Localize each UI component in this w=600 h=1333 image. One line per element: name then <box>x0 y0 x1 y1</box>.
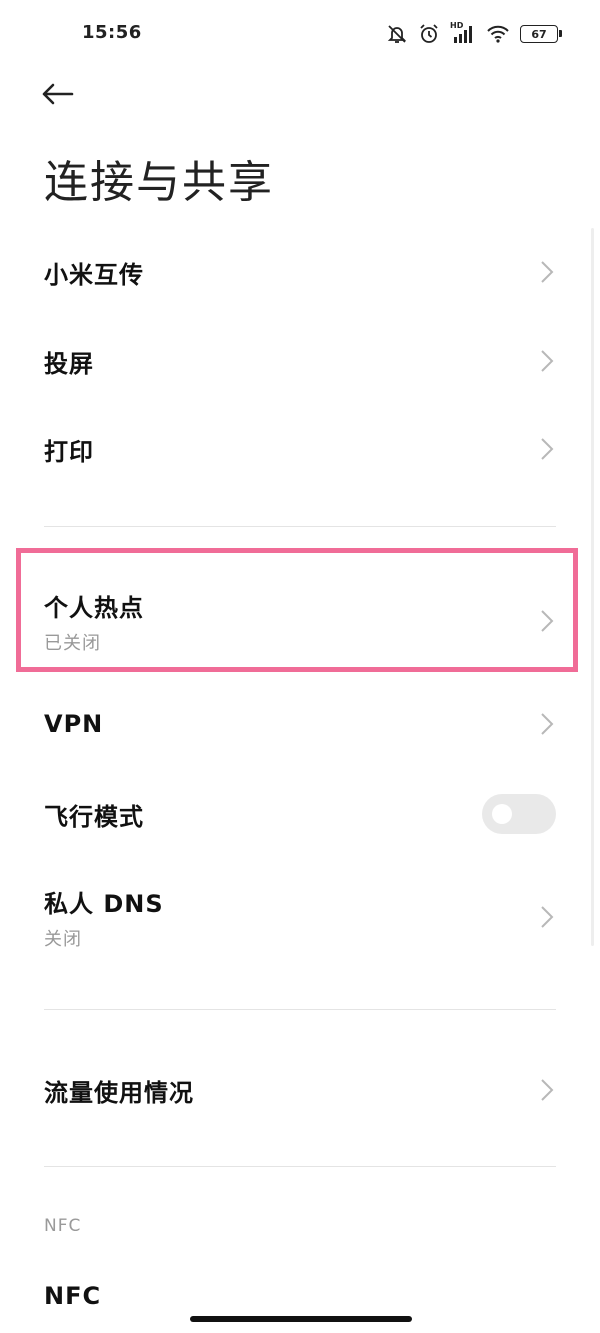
chevron-right-icon <box>538 608 556 634</box>
section-header-nfc: NFC <box>44 1216 82 1236</box>
battery-level: 67 <box>531 27 547 41</box>
status-time: 15:56 <box>82 22 142 43</box>
home-indicator[interactable] <box>190 1316 412 1322</box>
divider <box>44 526 556 527</box>
chevron-right-icon <box>538 1077 556 1103</box>
row-cast[interactable]: 投屏 <box>44 337 556 385</box>
row-private-dns-label: 私人 DNS <box>44 889 164 918</box>
row-hotspot-status: 已关闭 <box>44 632 101 654</box>
chevron-right-icon <box>538 711 556 737</box>
row-mi-share[interactable]: 小米互传 <box>44 248 556 296</box>
row-private-dns-status: 关闭 <box>44 928 82 950</box>
wifi-icon <box>486 24 510 44</box>
row-data-usage[interactable]: 流量使用情况 <box>44 1066 556 1114</box>
alarm-icon <box>418 23 440 45</box>
row-data-usage-label: 流量使用情况 <box>44 1078 194 1107</box>
back-arrow-icon <box>40 82 74 110</box>
scrollbar[interactable] <box>591 228 594 946</box>
back-button[interactable] <box>40 74 90 118</box>
row-cast-label: 投屏 <box>44 349 94 378</box>
battery-icon: 67 <box>520 25 562 43</box>
row-hotspot[interactable]: 个人热点 已关闭 <box>44 584 556 658</box>
chevron-right-icon <box>538 348 556 374</box>
row-private-dns[interactable]: 私人 DNS 关闭 <box>44 880 556 954</box>
row-vpn[interactable]: VPN <box>44 700 556 748</box>
row-airplane[interactable]: 飞行模式 <box>44 790 556 838</box>
row-nfc-label: NFC <box>44 1282 102 1310</box>
row-mi-share-label: 小米互传 <box>44 260 144 289</box>
divider <box>44 1009 556 1010</box>
row-print-label: 打印 <box>44 437 94 466</box>
status-icons: HD 67 <box>386 20 562 48</box>
airplane-toggle[interactable] <box>482 794 556 834</box>
page-title: 连接与共享 <box>44 157 274 208</box>
bell-off-icon <box>386 23 408 45</box>
row-vpn-label: VPN <box>44 710 104 738</box>
row-hotspot-label: 个人热点 <box>44 593 144 622</box>
row-print[interactable]: 打印 <box>44 425 556 473</box>
row-nfc[interactable]: NFC <box>44 1276 556 1316</box>
row-airplane-label: 飞行模式 <box>44 802 144 831</box>
divider <box>44 1166 556 1167</box>
chevron-right-icon <box>538 436 556 462</box>
chevron-right-icon <box>538 904 556 930</box>
toggle-knob <box>492 804 512 824</box>
chevron-right-icon <box>538 259 556 285</box>
signal-icon: HD <box>450 21 476 45</box>
